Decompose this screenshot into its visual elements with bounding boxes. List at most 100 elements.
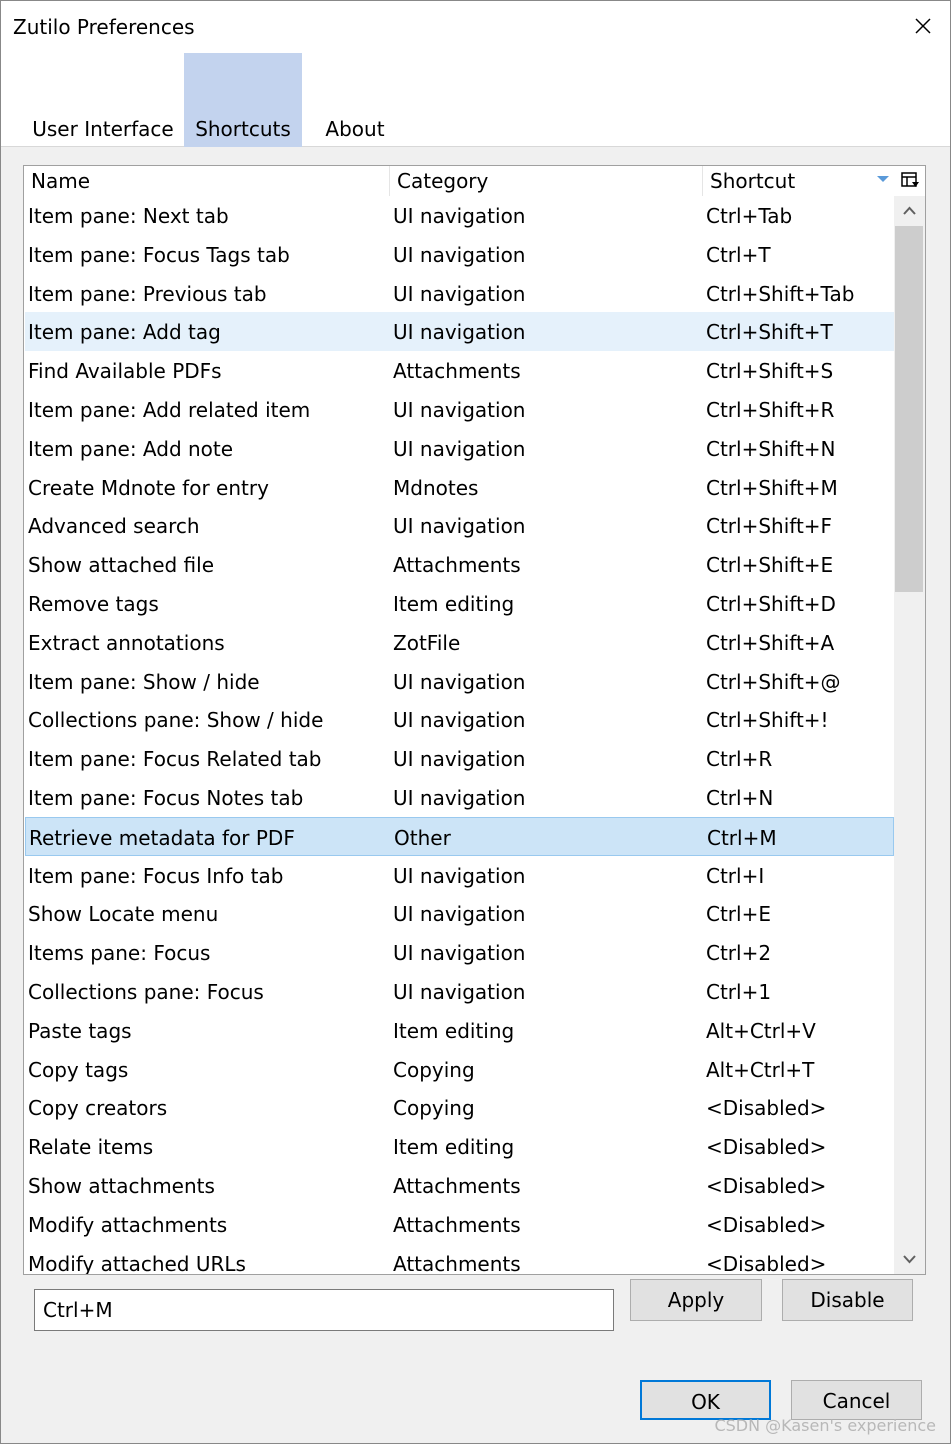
table-header: Name Category Shortcut [24,166,895,196]
table-row[interactable]: Item pane: Focus Notes tab UI navigation C… [25,778,894,817]
tab-label: Shortcuts [195,117,291,141]
table-row[interactable]: Modify attached URLs Attachments <Disabled… [25,1244,894,1275]
cell-shortcut: <Disabled> [706,1212,827,1237]
cell-name: Item pane: Next tab [28,204,229,228]
window-title: Zutilo Preferences [13,15,195,39]
tab-about[interactable]: About [309,53,401,147]
column-label: Category [397,169,489,193]
cell-shortcut: Ctrl+Shift+Tab [706,281,855,306]
table-row[interactable]: Item pane: Show / hide UI navigation Ctrl+… [25,662,894,701]
cell-category: Item editing [393,592,515,616]
cell-name: Modify attachments [28,1212,228,1237]
cell-category: UI navigation [393,204,526,228]
table-row[interactable]: Advanced search UI navigation Ctrl+Shift+F [25,506,894,545]
cell-name: Collections pane: Focus [28,980,264,1004]
cell-shortcut: <Disabled> [706,1251,827,1275]
disable-button[interactable]: Disable [782,1279,913,1321]
column-header-shortcut[interactable]: Shortcut [703,166,895,196]
cell-name: Relate items [28,1135,154,1160]
table-row[interactable]: Copy tags Copying Alt+Ctrl+T [25,1050,894,1089]
chevron-up-icon [903,206,916,215]
sort-descending-icon [877,176,889,182]
cell-shortcut: Ctrl+Shift+R [706,398,835,422]
table-row[interactable]: Find Available PDFs Attachments Ctrl+Shift… [25,351,894,390]
cell-category: UI navigation [393,242,526,267]
cell-name: Copy creators [28,1096,168,1121]
cell-shortcut: Ctrl+Tab [706,204,793,228]
table-row[interactable]: Relate items Item editing <Disabled> [25,1127,894,1166]
table-row[interactable]: Paste tags Item editing Alt+Ctrl+V [25,1011,894,1050]
table-row[interactable]: Copy creators Copying <Disabled> [25,1088,894,1127]
cell-category: UI navigation [393,980,526,1004]
tab-user-interface[interactable]: User Interface [23,53,183,147]
column-header-category[interactable]: Category [390,166,703,196]
cell-shortcut: Ctrl+1 [706,980,772,1004]
column-header-name[interactable]: Name [24,166,390,196]
scroll-thumb[interactable] [895,226,923,592]
table-row[interactable]: Modify attachments Attachments <Disabled> [25,1205,894,1244]
vertical-scrollbar[interactable] [894,196,925,1274]
ok-button[interactable]: OK [640,1380,771,1420]
shortcuts-table: Name Category Shortcut Item pane: Next t… [23,165,926,1275]
cell-name: Copy tags [28,1057,129,1082]
table-body: Item pane: Next tab UI navigation Ctrl+Tab… [24,196,895,1275]
button-label: Cancel [822,1389,891,1413]
cell-name: Remove tags [28,592,159,616]
cell-name: Item pane: Focus Tags tab [28,242,290,267]
column-picker-button[interactable] [895,166,925,196]
cell-category: UI navigation [393,941,526,966]
cell-shortcut: Ctrl+Shift+S [706,359,834,384]
table-row[interactable]: Item pane: Focus Tags tab UI navigation Ct… [25,235,894,274]
tab-label: About [325,117,385,141]
cell-shortcut: Ctrl+Shift+F [706,514,833,539]
table-row[interactable]: Remove tags Item editing Ctrl+Shift+D [25,584,894,623]
table-row[interactable]: Item pane: Add tag UI navigation Ctrl+Shif… [25,312,894,352]
cell-shortcut: Ctrl+2 [706,941,772,966]
scroll-up-button[interactable] [894,196,925,226]
button-label: Disable [810,1288,885,1312]
table-row[interactable]: Create Mdnote for entry Mdnotes Ctrl+Shift… [25,468,894,507]
cell-category: Copying [393,1096,475,1121]
cell-category: UI navigation [393,436,526,461]
cell-shortcut: <Disabled> [706,1135,827,1160]
table-row[interactable]: Item pane: Focus Related tab UI navigatio… [25,739,894,778]
cell-category: UI navigation [393,786,526,810]
shortcut-editor: Apply Disable [23,1279,926,1343]
cell-name: Item pane: Focus Related tab [28,747,322,772]
close-button[interactable] [910,13,936,39]
table-row[interactable]: Show attached file Attachments Ctrl+Shift+… [25,545,894,584]
cell-shortcut: Ctrl+I [706,863,765,888]
table-row[interactable]: Collections pane: Focus UI navigation Ctrl… [25,972,894,1011]
table-row[interactable]: Retrieve metadata for PDF Other Ctrl+M [25,816,894,856]
table-row[interactable]: Show Locate menu UI navigation Ctrl+E [25,894,894,933]
cell-shortcut: Ctrl+Shift+@ [706,669,841,694]
cancel-button[interactable]: Cancel [791,1380,922,1420]
cell-name: Advanced search [28,514,200,539]
table-row[interactable]: Item pane: Add note UI navigation Ctrl+Shi… [25,429,894,468]
shortcut-input[interactable] [34,1289,614,1331]
table-row[interactable]: Item pane: Add related item UI navigation… [25,390,894,429]
cell-category: UI navigation [393,669,526,694]
button-label: OK [691,1390,720,1414]
cell-shortcut: Ctrl+M [707,825,777,850]
table-row[interactable]: Item pane: Focus Info tab UI navigation Ct… [25,856,894,895]
cell-category: UI navigation [393,281,526,306]
table-row[interactable]: Item pane: Next tab UI navigation Ctrl+Tab [25,196,894,235]
table-row[interactable]: Item pane: Previous tab UI navigation Ctrl… [25,274,894,313]
tab-shortcuts[interactable]: Shortcuts [184,53,302,147]
cell-name: Item pane: Focus Notes tab [28,786,304,810]
tab-bar: User Interface Shortcuts About [1,53,950,147]
table-row[interactable]: Items pane: Focus UI navigation Ctrl+2 [25,933,894,972]
column-picker-icon [901,172,919,187]
table-row[interactable]: Show attachments Attachments <Disabled> [25,1166,894,1205]
cell-shortcut: Ctrl+Shift+N [706,436,836,461]
table-row[interactable]: Extract annotations ZotFile Ctrl+Shift+A [25,623,894,662]
scroll-down-button[interactable] [894,1244,925,1274]
tab-label: User Interface [32,117,174,141]
cell-name: Item pane: Add note [28,436,234,461]
table-row[interactable]: Collections pane: Show / hide UI navigati… [25,700,894,739]
cell-name: Collections pane: Show / hide [28,708,324,733]
apply-button[interactable]: Apply [630,1279,762,1321]
cell-category: Item editing [393,1018,515,1043]
shortcuts-panel: Name Category Shortcut Item pane: Next t… [1,147,950,1443]
